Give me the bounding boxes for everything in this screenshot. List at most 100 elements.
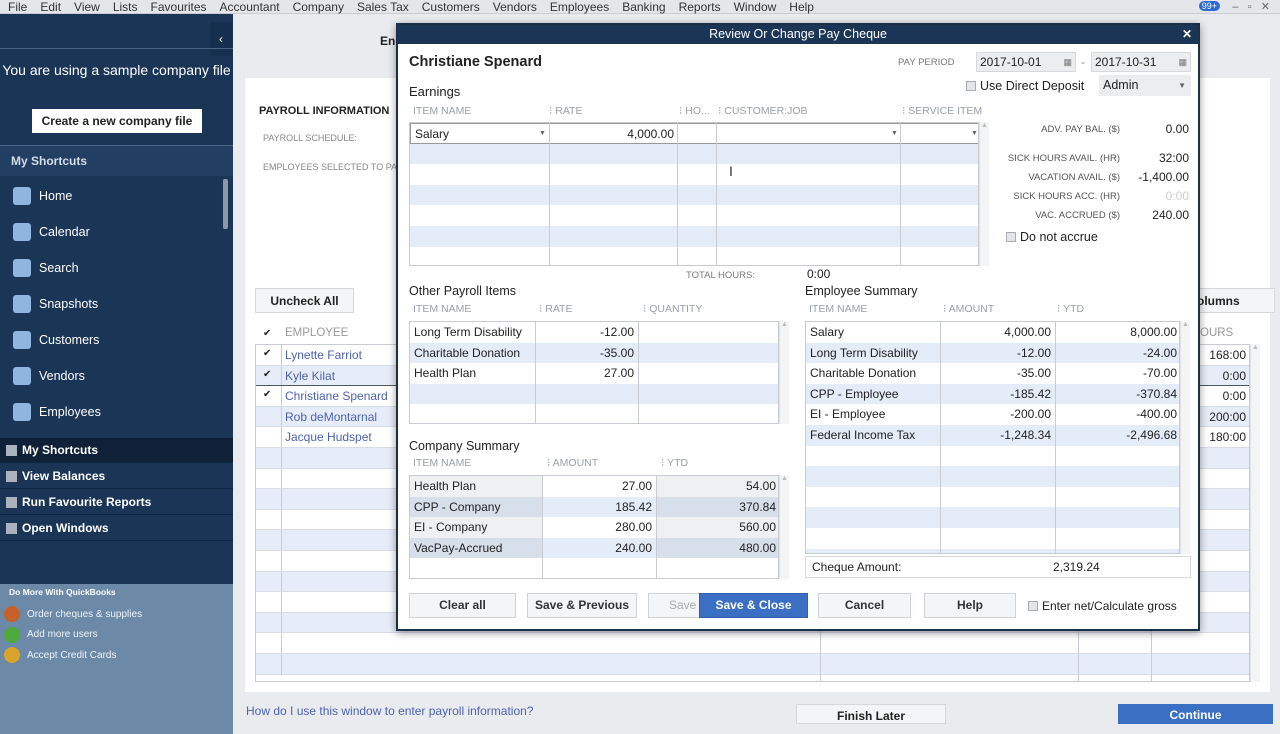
table-row[interactable] [410,383,778,405]
menu-company[interactable]: Company [293,1,344,13]
table-row[interactable] [410,404,778,423]
table-cell[interactable] [638,343,778,364]
check-icon[interactable]: ✔ [263,348,271,359]
table-cell[interactable]: -200.00 [940,404,1055,425]
sidebar-scrollbar[interactable] [223,179,228,229]
do-more-item[interactable]: Add more users [4,626,98,643]
column-header-item-name[interactable]: ITEM NAME [413,457,471,469]
direct-deposit-checkbox[interactable]: Use Direct Deposit [966,79,1084,93]
column-header-service-item[interactable]: ⁝ SERVICE ITEM [902,105,982,117]
table-cell[interactable]: -185.42 [940,384,1055,405]
table-cell[interactable]: -370.84 [1055,384,1179,405]
table-cell[interactable]: -35.00 [535,343,638,364]
table-cell[interactable]: Long Term Disability [410,322,535,343]
table-cell[interactable]: CPP - Company [410,496,542,518]
table-row[interactable] [410,205,978,226]
table-cell[interactable]: -400.00 [1055,404,1179,425]
menu-banking[interactable]: Banking [622,1,665,13]
table-row[interactable] [256,633,1249,654]
table-cell[interactable]: Salary [411,124,550,143]
table-row[interactable]: CPP - Company 185.42 370.84 [410,496,778,518]
table-row[interactable]: Charitable Donation -35.00 [410,342,778,364]
column-header-amount[interactable]: ⁝ AMOUNT [547,457,598,469]
table-row[interactable]: EI - Company 280.00 560.00 [410,517,778,538]
table-row[interactable]: Salary 4,000.00 8,000.00 [806,322,1179,343]
other-payroll-scrollbar[interactable]: ▲ [779,321,789,424]
menu-view[interactable]: View [74,1,100,13]
col-employee[interactable]: EMPLOYEE [285,327,348,339]
check-all-icon[interactable]: ✔ [263,328,271,339]
table-row[interactable] [410,247,978,265]
calendar-icon[interactable]: ▦ [1178,53,1187,72]
sidebar-item-customers[interactable]: Customers [0,322,222,358]
table-cell[interactable]: Salary [806,322,940,343]
net-gross-checkbox[interactable]: Enter net/Calculate gross [1028,599,1177,613]
calendar-icon[interactable]: ▦ [1063,53,1072,72]
sidebar-section-my-shortcuts[interactable]: My Shortcuts [0,438,233,463]
employee-summary-scrollbar[interactable]: ▲ [1180,321,1190,554]
sidebar-item-snapshots[interactable]: Snapshots [0,286,222,322]
sidebar-section-open-windows[interactable]: Open Windows [0,516,233,541]
table-row[interactable]: VacPay-Accrued 240.00 480.00 [410,537,778,559]
table-cell[interactable]: 480.00 [656,537,778,559]
clear-all-button[interactable]: Clear all [409,593,516,618]
employee-name[interactable]: Rob deMontarnal [285,410,377,424]
table-cell[interactable]: -35.00 [940,363,1055,384]
notification-badge[interactable]: 99+ [1198,1,1220,11]
table-row[interactable]: Charitable Donation -35.00 -70.00 [806,363,1179,384]
column-header-item-name[interactable]: ITEM NAME [809,303,867,315]
table-cell[interactable]: VacPay-Accrued [410,537,542,559]
sidebar-item-calendar[interactable]: Calendar [0,214,222,250]
table-row[interactable]: Federal Income Tax -1,248.34 -2,496.68 [806,425,1179,446]
table-row[interactable] [410,164,978,185]
table-row[interactable] [806,548,1179,553]
table-cell[interactable] [638,322,778,343]
menu-employees[interactable]: Employees [550,1,609,13]
do-not-accrue-checkbox[interactable]: Do not accrue [1006,230,1098,244]
column-header-item-name[interactable]: ITEM NAME [413,303,471,315]
save-previous-button[interactable]: Save & Previous [527,593,637,618]
check-icon[interactable]: ✔ [263,389,271,400]
do-more-item[interactable]: Accept Credit Cards [4,647,116,663]
company-summary-scrollbar[interactable]: ▲ [779,475,789,579]
table-cell[interactable]: 27.00 [542,476,656,497]
table-row[interactable] [256,654,1249,675]
column-header-quantity[interactable]: ⁝ QUANTITY [643,303,702,315]
table-row[interactable]: Health Plan 27.00 [410,363,778,384]
create-company-button[interactable]: Create a new company file [32,109,202,133]
table-cell[interactable]: Federal Income Tax [806,425,940,446]
table-row[interactable]: Health Plan 27.00 54.00 [410,476,778,497]
table-row[interactable]: CPP - Employee -185.42 -370.84 [806,383,1179,405]
column-header-ytd[interactable]: ⁝ YTD [1057,303,1084,315]
sidebar-item-employees[interactable]: Employees [0,394,222,430]
table-cell[interactable]: Charitable Donation [410,343,535,364]
sidebar-section-view-balances[interactable]: View Balances [0,464,233,489]
sidebar-item-home[interactable]: Home [0,178,222,214]
help-link[interactable]: How do I use this window to enter payrol… [246,704,533,718]
menu-help[interactable]: Help [789,1,814,13]
menu-reports[interactable]: Reports [679,1,721,13]
table-cell[interactable]: 240.00 [542,538,656,559]
menu-sales-tax[interactable]: Sales Tax [357,1,409,13]
column-header-rate[interactable]: ⁝ RATE [549,105,582,117]
table-cell[interactable]: 54.00 [656,476,778,497]
table-cell[interactable]: -1,248.34 [940,425,1055,446]
employee-name[interactable]: Lynette Farriot [285,348,362,362]
table-cell[interactable]: 185.42 [542,497,656,518]
table-row[interactable] [806,446,1179,467]
employee-name[interactable]: Christiane Spenard [285,389,388,403]
column-header-customer-job[interactable]: ⁝ CUSTOMER:JOB [718,105,808,117]
table-cell[interactable]: 4,000.00 [550,124,678,143]
table-cell[interactable]: EI - Company [410,517,542,538]
table-cell[interactable]: 560.00 [656,517,778,538]
table-row[interactable] [410,226,978,247]
employee-grid-scrollbar[interactable]: ▲ [1250,344,1260,682]
menu-window[interactable]: Window [734,1,777,13]
menu-customers[interactable]: Customers [422,1,480,13]
table-row[interactable]: Long Term Disability -12.00 [410,322,778,343]
collapse-sidebar-button[interactable]: ‹ [210,22,232,56]
table-row[interactable]: EI - Employee -200.00 -400.00 [806,404,1179,425]
table-row[interactable] [410,143,978,165]
table-cell[interactable]: -12.00 [535,322,638,343]
continue-button[interactable]: Continue [1118,704,1273,724]
